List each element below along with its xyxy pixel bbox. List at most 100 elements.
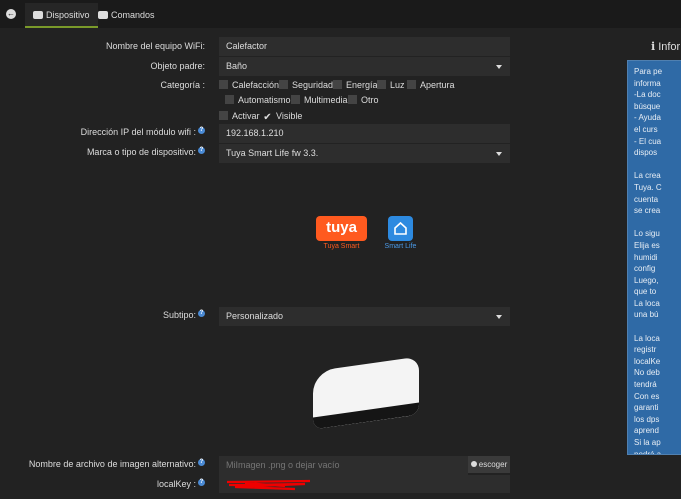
ip-label: Dirección IP del módulo wifi :? [81, 127, 205, 137]
info-line: - El cua [634, 136, 662, 146]
help-icon[interactable]: ? [198, 310, 205, 317]
top-bar: ← Dispositivo Comandos [0, 0, 681, 28]
category-checkbox[interactable]: Luz [377, 80, 405, 90]
info-line: dispos [634, 148, 658, 158]
info-line: La crea [634, 171, 661, 181]
brand-label: Marca o tipo de dispositivo:? [87, 147, 205, 157]
info-line: garanti [634, 403, 659, 413]
category-checkbox[interactable]: Seguridad [279, 80, 333, 90]
smartlife-caption: Smart Life [384, 243, 417, 250]
help-icon[interactable]: ? [198, 147, 205, 154]
info-line: Para pe [634, 67, 663, 76]
list-icon [98, 11, 108, 19]
help-icon[interactable]: ? [198, 479, 205, 486]
info-line: que to [634, 287, 657, 297]
ip-input[interactable]: 192.168.1.210 [219, 124, 510, 143]
checkbox-label: Calefacción [232, 80, 280, 90]
tab-label: Comandos [111, 10, 155, 20]
info-line: humidi [634, 252, 658, 262]
checkbox-label: Luz [390, 80, 405, 90]
parent-select[interactable]: Baño [219, 57, 510, 76]
info-panel: Para pe informa -La doc búsque - Ayuda el cur… [627, 60, 681, 455]
checkbox[interactable] [407, 80, 416, 89]
plus-circle-icon [470, 461, 477, 467]
tuya-logo: tuya [316, 216, 367, 241]
category-checkbox[interactable]: Multimedia [291, 95, 348, 105]
brand-select[interactable]: Tuya Smart Life fw 3.3. [219, 144, 510, 163]
info-line: Tuya. C [634, 182, 662, 192]
checkbox[interactable] [348, 95, 357, 104]
info-icon: i [651, 40, 656, 53]
info-line: Elija es [634, 240, 660, 250]
ip-label-text: Dirección IP del módulo wifi : [80, 127, 196, 137]
info-line: Lo sigu [634, 229, 660, 239]
info-title: Infor [658, 41, 681, 53]
info-line [634, 159, 681, 171]
checkbox[interactable] [333, 80, 342, 89]
localkey-input[interactable] [219, 475, 510, 493]
activar-checkbox[interactable]: Activar [219, 111, 260, 121]
visible-checkbox[interactable]: ✔ Visible [263, 111, 303, 123]
checkbox[interactable] [377, 80, 386, 89]
info-line: los dps [634, 414, 660, 424]
info-line: podrá a [634, 449, 662, 455]
tuya-caption: Tuya Smart [323, 243, 360, 250]
info-line: búsque [634, 101, 661, 111]
tab-label: Dispositivo [46, 10, 90, 20]
info-line: -La doc [634, 90, 661, 100]
tab-comandos[interactable]: Comandos [90, 3, 163, 28]
subtype-select[interactable]: Personalizado [219, 307, 510, 326]
heater-image [313, 356, 419, 430]
category-checkbox[interactable]: Automatismo [225, 95, 291, 105]
info-line: registr [634, 345, 657, 355]
alt-image-label-text: Nombre de archivo de imagen alternativo: [28, 459, 196, 469]
localkey-label-text: localKey : [156, 479, 196, 489]
choose-button[interactable]: escoger [468, 456, 510, 473]
info-line: aprend [634, 426, 659, 436]
info-line: La loca [634, 333, 660, 343]
help-icon[interactable]: ? [198, 459, 205, 466]
info-line: tendrá [634, 380, 657, 390]
info-line: informa [634, 78, 661, 88]
info-line [634, 217, 681, 229]
info-line: se crea [634, 206, 661, 216]
brand-label-text: Marca o tipo de dispositivo: [86, 147, 196, 157]
redaction-scribble [226, 479, 311, 491]
category-checkbox[interactable]: Energía [333, 80, 378, 90]
checkbox-label: Apertura [420, 80, 455, 90]
checkbox[interactable] [279, 80, 288, 89]
info-header: i Infor [651, 40, 680, 53]
checkbox-label: Automatismo [238, 95, 291, 105]
info-line: cuenta [634, 194, 659, 204]
info-line: Con es [634, 391, 660, 401]
checkmark-icon[interactable]: ✔ [263, 113, 272, 123]
category-checkbox[interactable]: Otro [348, 95, 379, 105]
info-line [634, 321, 681, 333]
wifi-name-input[interactable]: Calefactor [219, 37, 510, 56]
category-checkbox[interactable]: Apertura [407, 80, 455, 90]
category-checkbox[interactable]: Calefacción [219, 80, 279, 90]
alt-image-input[interactable] [219, 456, 468, 475]
checkbox-label: Activar [232, 111, 260, 121]
checkbox[interactable] [225, 95, 234, 104]
back-icon[interactable]: ← [6, 9, 16, 19]
checkbox-label: Otro [361, 95, 379, 105]
checkbox[interactable] [291, 95, 300, 104]
info-line: Luego, [634, 275, 659, 285]
checkbox-label: Visible [276, 111, 303, 121]
tab-dispositivo[interactable]: Dispositivo [25, 3, 98, 28]
info-line: localKe [634, 356, 661, 366]
checkbox-label: Multimedia [304, 95, 348, 105]
smartlife-logo [388, 216, 413, 241]
info-line: config [634, 264, 656, 274]
info-line: - Ayuda [634, 113, 661, 123]
checkbox[interactable] [219, 80, 228, 89]
help-icon[interactable]: ? [198, 127, 205, 134]
subtype-label-text: Subtipo: [162, 310, 196, 320]
checkbox[interactable] [219, 111, 228, 120]
checkbox-label: Seguridad [292, 80, 334, 90]
info-line: el curs [634, 124, 658, 134]
info-line: La loca [634, 298, 660, 308]
subtype-label: Subtipo:? [163, 310, 205, 320]
info-line: una bú [634, 310, 659, 320]
